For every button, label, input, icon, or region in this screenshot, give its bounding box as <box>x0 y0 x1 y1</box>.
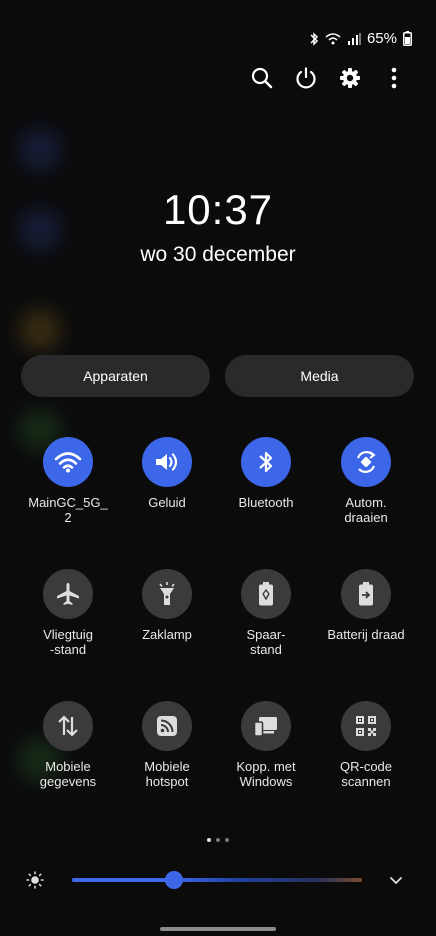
media-button[interactable]: Media <box>225 355 414 397</box>
tile-label: Autom. draaien <box>344 495 388 525</box>
signal-status-icon <box>347 32 361 45</box>
home-indicator[interactable] <box>160 927 276 931</box>
flashlight-icon <box>142 569 192 619</box>
sound-icon <box>142 437 192 487</box>
clock: 10:37 <box>162 186 274 233</box>
search-icon[interactable] <box>250 66 274 90</box>
tile-mobile-data[interactable]: Mobiele gegevens <box>18 701 118 789</box>
battery-icon <box>403 31 412 46</box>
status-bar: 65% <box>309 30 412 47</box>
page-indicator <box>0 838 436 842</box>
date: wo 30 december <box>140 243 296 266</box>
tile-wifi[interactable]: MainGC_5G_ 2 <box>18 437 118 525</box>
brightness-slider-fill <box>72 878 174 882</box>
tile-battery-share[interactable]: Batterij draad <box>316 569 416 642</box>
wifi-icon <box>43 437 93 487</box>
tile-label: MainGC_5G_ 2 <box>28 495 108 525</box>
tile-power-saving[interactable]: Spaar- stand <box>216 569 316 657</box>
more-options-icon[interactable] <box>382 66 406 90</box>
airplane-icon <box>43 569 93 619</box>
tile-label: Mobiele hotspot <box>144 759 190 789</box>
page-dot[interactable] <box>216 838 220 842</box>
power-saving-icon <box>241 569 291 619</box>
bluetooth-icon <box>241 437 291 487</box>
tile-sound[interactable]: Geluid <box>117 437 217 510</box>
power-icon[interactable] <box>294 66 318 90</box>
chevron-down-icon[interactable] <box>389 873 403 891</box>
tile-label: Vliegtuig -stand <box>43 627 93 657</box>
tile-hotspot[interactable]: Mobiele hotspot <box>117 701 217 789</box>
brightness-slider[interactable] <box>72 871 362 889</box>
tile-bluetooth[interactable]: Bluetooth <box>216 437 316 510</box>
battery-share-icon <box>341 569 391 619</box>
tile-flashlight[interactable]: Zaklamp <box>117 569 217 642</box>
page-dot-active[interactable] <box>207 838 211 842</box>
mobile-data-icon <box>43 701 93 751</box>
tile-label: Bluetooth <box>238 495 294 510</box>
tile-label: Spaar- stand <box>246 627 286 657</box>
wifi-status-icon <box>325 32 341 45</box>
tile-link-windows[interactable]: Kopp. met Windows <box>216 701 316 789</box>
auto-rotate-icon <box>341 437 391 487</box>
background-blur <box>20 310 60 350</box>
battery-percentage: 65% <box>366 30 397 47</box>
hotspot-icon <box>142 701 192 751</box>
tile-label: Batterij draad <box>327 627 405 642</box>
tile-label: QR-code scannen <box>339 759 393 789</box>
brightness-control <box>0 866 436 894</box>
tile-label: Geluid <box>148 495 186 510</box>
tile-label: Mobiele gegevens <box>39 759 97 789</box>
brightness-sun-icon <box>26 871 44 894</box>
qr-scan-icon <box>341 701 391 751</box>
brightness-slider-thumb[interactable] <box>164 871 183 889</box>
tile-airplane-mode[interactable]: Vliegtuig -stand <box>18 569 118 657</box>
background-blur <box>20 130 60 170</box>
link-windows-icon <box>241 701 291 751</box>
bluetooth-status-icon <box>309 31 319 46</box>
tile-auto-rotate[interactable]: Autom. draaien <box>316 437 416 525</box>
page-dot[interactable] <box>225 838 229 842</box>
devices-button[interactable]: Apparaten <box>21 355 210 397</box>
settings-gear-icon[interactable] <box>338 66 362 90</box>
tile-label: Kopp. met Windows <box>236 759 296 789</box>
tile-qr-scan[interactable]: QR-code scannen <box>316 701 416 789</box>
tile-label: Zaklamp <box>142 627 192 642</box>
quick-panel-actions <box>250 66 406 90</box>
